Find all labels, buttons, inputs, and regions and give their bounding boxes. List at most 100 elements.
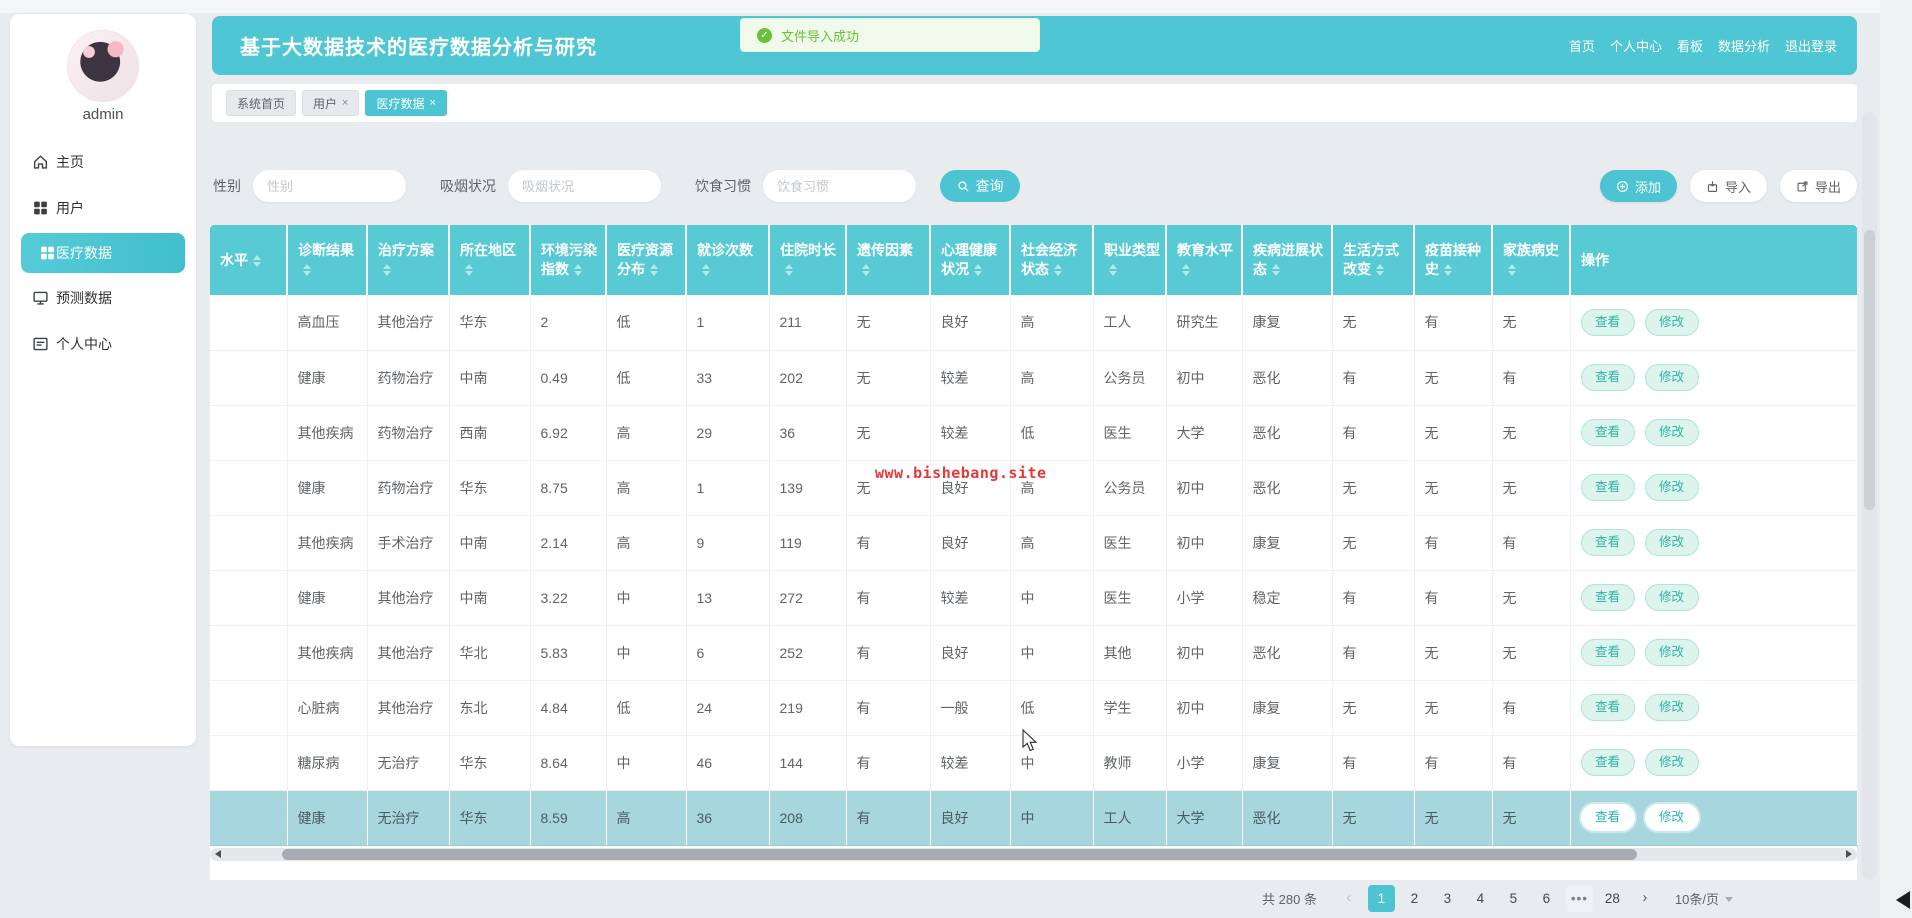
view-button[interactable]: 查看 (1580, 694, 1635, 721)
sort-carets-icon[interactable] (303, 264, 311, 277)
nav-link-4[interactable]: 数据分析 (1718, 36, 1770, 55)
sort-carets-icon[interactable] (702, 264, 710, 277)
edit-button[interactable]: 修改 (1644, 474, 1699, 501)
column-header-17[interactable]: 家族病史 (1492, 225, 1571, 295)
pagination-page-2[interactable]: 2 (1401, 885, 1428, 912)
sort-carets-icon[interactable] (574, 264, 582, 277)
table-row-8[interactable]: 心脏病 其他治疗 东北 4.84 低 24 219 有一般低学生 初中 康复无无有查看 修改 (210, 680, 1858, 736)
sort-carets-icon[interactable] (1376, 264, 1384, 277)
edit-button[interactable]: 修改 (1644, 804, 1699, 831)
nav-link-1[interactable]: 首页 (1569, 36, 1595, 55)
table-row-5[interactable]: 其他疾病 手术治疗 中南 2.14 高 9 119 有良好高医生 初中 康复无有有查看 修改 (210, 515, 1858, 571)
pagination-page-5[interactable]: 5 (1500, 885, 1527, 912)
view-button[interactable]: 查看 (1580, 804, 1635, 831)
nav-link-2[interactable]: 个人中心 (1610, 36, 1662, 55)
vertical-scrollbar[interactable] (1862, 112, 1877, 880)
tab-close-icon[interactable]: × (429, 97, 435, 109)
pagination-page-4[interactable]: 4 (1467, 885, 1494, 912)
sidebar-item-3[interactable]: 医疗数据 (21, 233, 185, 273)
filter-input-2[interactable] (508, 170, 661, 202)
table-row-1[interactable]: 高血压 其他治疗 华东 2 低 1 211 无良好高工人 研究生 康复无有无查看 修改 (210, 295, 1858, 351)
tab-1[interactable]: 系统首页 (226, 90, 297, 116)
sort-carets-icon[interactable] (1272, 264, 1280, 277)
scroll-right-arrow-icon[interactable] (1846, 850, 1852, 858)
pagination-ellipsis[interactable]: ••• (1565, 884, 1593, 912)
sort-carets-icon[interactable] (1054, 264, 1062, 277)
pagination-page-1[interactable]: 1 (1367, 884, 1395, 912)
column-header-13[interactable]: 教育水平 (1166, 225, 1243, 295)
sort-carets-icon[interactable] (1508, 264, 1516, 277)
horizontal-scrollbar-thumb[interactable] (282, 849, 1637, 860)
table-row-7[interactable]: 其他疾病 其他治疗 华北 5.83 中 6 252 有良好中其他 初中 恶化有无无查看 修改 (210, 625, 1858, 681)
sidebar-item-2[interactable]: 用户 (10, 185, 196, 231)
column-header-4[interactable]: 所在地区 (449, 225, 531, 295)
sort-carets-icon[interactable] (974, 264, 982, 277)
edit-button[interactable]: 修改 (1644, 364, 1699, 391)
view-button[interactable]: 查看 (1580, 749, 1635, 776)
column-header-3[interactable]: 治疗方案 (367, 225, 450, 295)
column-header-9[interactable]: 遗传因素 (846, 225, 931, 295)
edit-button[interactable]: 修改 (1644, 529, 1699, 556)
column-header-2[interactable]: 诊断结果 (287, 225, 368, 295)
import-button[interactable]: 导入 (1690, 170, 1768, 202)
sort-carets-icon[interactable] (650, 264, 658, 277)
column-header-6[interactable]: 医疗资源分布 (606, 225, 687, 295)
sort-carets-icon[interactable] (253, 254, 261, 267)
column-header-5[interactable]: 环境污染指数 (530, 225, 607, 295)
sort-carets-icon[interactable] (1444, 264, 1452, 277)
edit-button[interactable]: 修改 (1644, 639, 1699, 666)
vertical-scrollbar-thumb[interactable] (1864, 230, 1875, 510)
table-row-3[interactable]: 其他疾病 药物治疗 西南 6.92 高 29 36 无较差低医生 大学 恶化有无无查看 修改 (210, 405, 1858, 461)
table-row-10[interactable]: 健康 无治疗 华东 8.59 高 36 208 有良好中工人 大学 恶化无无无查看 修改 (210, 790, 1858, 846)
edit-button[interactable]: 修改 (1644, 419, 1699, 446)
edit-button[interactable]: 修改 (1644, 694, 1699, 721)
column-header-16[interactable]: 疫苗接种史 (1414, 225, 1493, 295)
pagination-page-3[interactable]: 3 (1434, 885, 1461, 912)
column-header-15[interactable]: 生活方式改变 (1332, 225, 1415, 295)
pagination-page-6[interactable]: 6 (1533, 885, 1560, 912)
view-button[interactable]: 查看 (1580, 308, 1635, 336)
nav-link-5[interactable]: 退出登录 (1785, 36, 1837, 55)
edit-button[interactable]: 修改 (1644, 308, 1699, 336)
view-button[interactable]: 查看 (1580, 584, 1635, 611)
sort-carets-icon[interactable] (1182, 264, 1190, 277)
sidebar-item-1[interactable]: 主页 (10, 139, 196, 185)
view-button[interactable]: 查看 (1580, 529, 1635, 556)
page-size-select[interactable]: 10条/页 (1675, 889, 1733, 908)
column-header-12[interactable]: 职业类型 (1093, 225, 1167, 295)
table-row-2[interactable]: 健康 药物治疗 中南 0.49 低 33 202 无较差高公务员 初中 恶化有无有查看 修改 (210, 350, 1858, 406)
nav-link-3[interactable]: 看板 (1677, 36, 1703, 55)
sort-carets-icon[interactable] (383, 264, 391, 277)
sidebar-item-4[interactable]: 预测数据 (10, 275, 196, 321)
search-button[interactable]: 查询 (940, 170, 1020, 202)
column-header-8[interactable]: 住院时长 (769, 225, 847, 295)
column-header-11[interactable]: 社会经济状态 (1010, 225, 1094, 295)
edit-button[interactable]: 修改 (1644, 584, 1699, 611)
column-header-10[interactable]: 心理健康状况 (930, 225, 1011, 295)
sidebar-item-5[interactable]: 个人中心 (10, 321, 196, 367)
filter-input-1[interactable] (253, 170, 406, 202)
sort-carets-icon[interactable] (785, 264, 793, 277)
export-button[interactable]: 导出 (1780, 170, 1858, 202)
edit-button[interactable]: 修改 (1644, 749, 1699, 776)
tab-2[interactable]: 用户 × (302, 90, 360, 116)
sort-carets-icon[interactable] (862, 264, 870, 277)
view-button[interactable]: 查看 (1580, 474, 1635, 501)
filter-input-3[interactable] (763, 170, 916, 202)
column-header-14[interactable]: 疾病进展状态 (1242, 225, 1333, 295)
tab-3[interactable]: 医疗数据 × (365, 90, 447, 116)
view-button[interactable]: 查看 (1580, 364, 1635, 391)
pagination-page-28[interactable]: 28 (1599, 885, 1626, 912)
view-button[interactable]: 查看 (1580, 419, 1635, 446)
tab-close-icon[interactable]: × (342, 97, 348, 109)
horizontal-scrollbar[interactable] (210, 848, 1857, 861)
column-header-1[interactable]: 水平 (210, 225, 288, 295)
sort-carets-icon[interactable] (1109, 264, 1117, 277)
sort-carets-icon[interactable] (465, 264, 473, 277)
view-button[interactable]: 查看 (1580, 639, 1635, 666)
table-row-6[interactable]: 健康 其他治疗 中南 3.22 中 13 272 有较差中医生 小学 稳定有有无查看 修改 (210, 570, 1858, 626)
column-header-7[interactable]: 就诊次数 (686, 225, 770, 295)
pagination-prev-button[interactable]: ‹ (1336, 884, 1362, 912)
scroll-left-arrow-icon[interactable] (215, 850, 221, 858)
pagination-next-button[interactable]: › (1632, 884, 1658, 912)
